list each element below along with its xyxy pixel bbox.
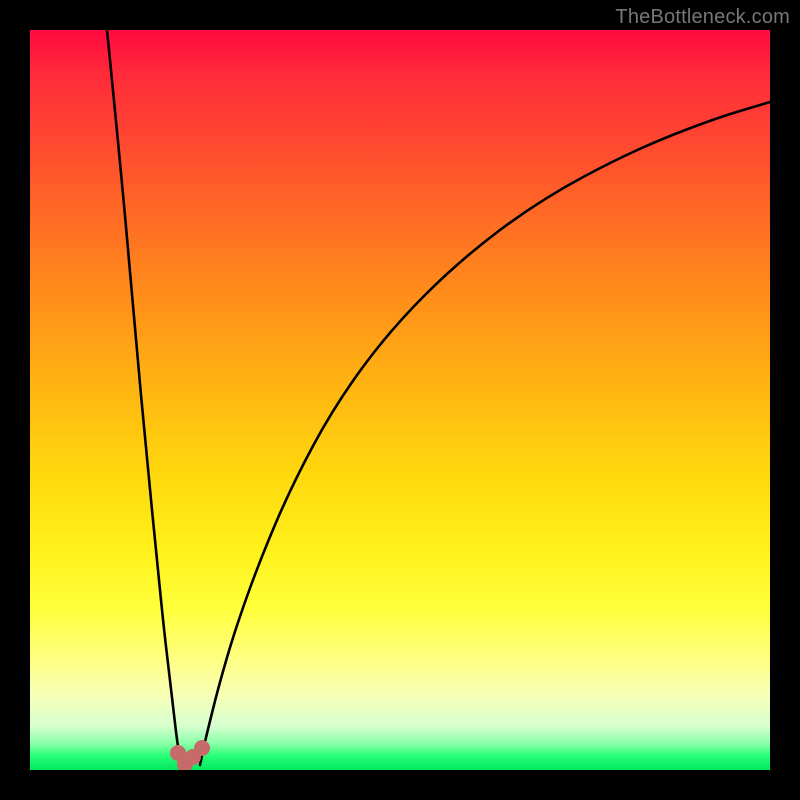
curve-svg: [30, 30, 770, 770]
chart-frame: TheBottleneck.com: [0, 0, 800, 800]
plot-area: [30, 30, 770, 770]
trough-markers: [170, 740, 210, 770]
trough-marker: [194, 740, 210, 756]
watermark-text: TheBottleneck.com: [615, 6, 790, 29]
curve-left-branch: [107, 30, 181, 765]
curve-right-branch: [200, 102, 770, 765]
